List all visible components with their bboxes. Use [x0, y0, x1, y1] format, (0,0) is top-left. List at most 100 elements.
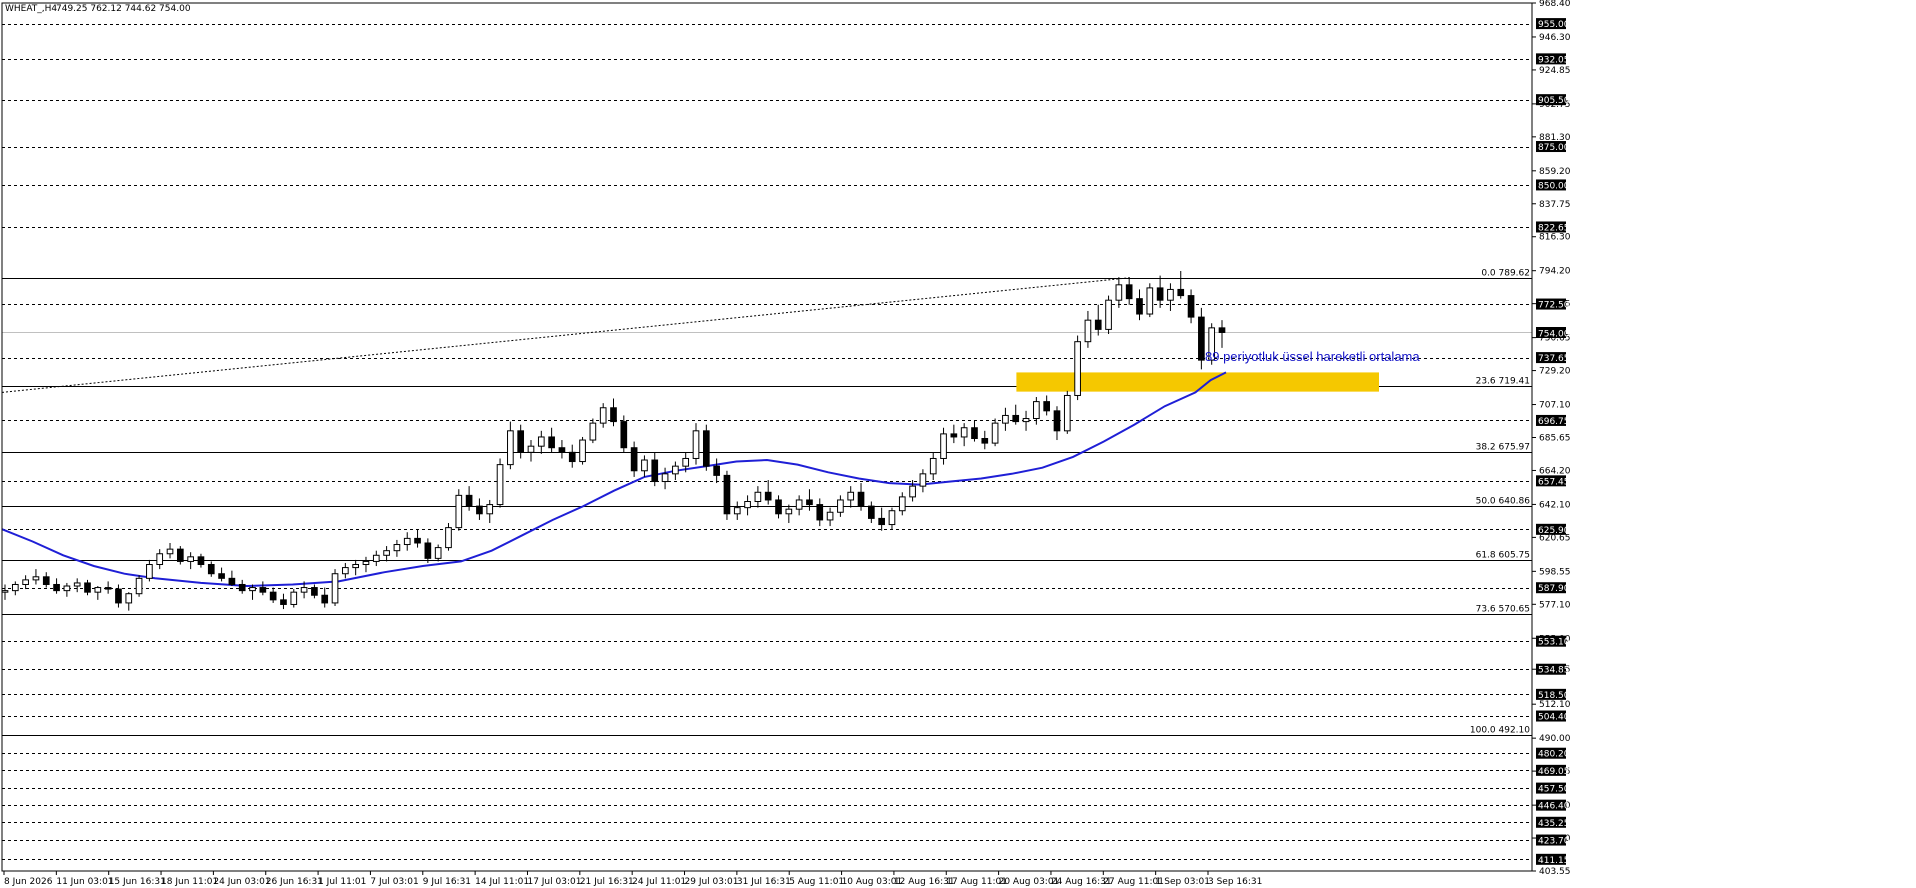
support-zone[interactable] — [1016, 372, 1379, 392]
candle-body — [744, 501, 751, 509]
support-zone-rect[interactable] — [1016, 372, 1379, 392]
candle-body — [1167, 288, 1174, 301]
candle — [816, 498, 824, 527]
candle-body — [32, 576, 40, 581]
candle-body — [383, 550, 390, 556]
candle-body — [919, 473, 927, 487]
ema-annotation: 89 periyotluk üssel hareketli ortalama — [1205, 349, 1420, 364]
y-tick-label: 642.10 — [1539, 500, 1571, 510]
y-tick-label: 512.10 — [1539, 700, 1571, 710]
candle-body — [1, 590, 9, 593]
x-tick-label: 26 Jun 16:31 — [266, 877, 323, 887]
candle — [599, 403, 607, 428]
candle — [393, 539, 401, 557]
candle — [1063, 390, 1071, 434]
candle-body — [929, 457, 937, 475]
x-tick-label: 17 Jul 03:01 — [527, 877, 581, 887]
x-tick-label: 21 Jul 16:31 — [580, 877, 634, 887]
candle-body — [393, 544, 401, 552]
candle-body — [1043, 401, 1051, 412]
candle — [744, 495, 751, 516]
dotted-trendline[interactable] — [1, 277, 1130, 393]
candle — [63, 582, 71, 597]
candle-body — [238, 583, 246, 592]
candle — [847, 486, 855, 508]
candle — [84, 579, 91, 596]
y-tick-label: 707.10 — [1539, 401, 1571, 411]
price-axis[interactable]: 968.40946.30924.85902.75881.30859.20837.… — [1, 0, 1571, 877]
candle-body — [568, 451, 576, 463]
x-tick-label: 5 Aug 11:01 — [789, 877, 844, 887]
candle — [775, 495, 782, 519]
level-price-label: 553.10 — [1538, 638, 1570, 648]
candle — [280, 593, 287, 610]
candle — [218, 567, 225, 582]
plot-frame — [1, 2, 1533, 872]
candle-body — [610, 407, 617, 423]
x-tick-label: 1 Sep 03:01 — [1156, 877, 1210, 887]
candle-body — [11, 583, 19, 592]
candle-body — [537, 436, 545, 447]
fibonacci-retracement[interactable]: 0.0 789.62 23.6 719.41 38.2 675.97 50.0 640… — [2, 269, 1532, 736]
candle — [11, 581, 19, 596]
candle-body — [971, 427, 978, 439]
candle — [537, 430, 545, 454]
candle-body — [104, 587, 112, 590]
candle — [53, 578, 60, 594]
candle — [455, 489, 463, 531]
candle — [1156, 275, 1164, 308]
candle — [878, 507, 885, 531]
candle — [527, 440, 535, 462]
x-tick-label: 11 Jun 03:01 — [56, 877, 113, 887]
candle-body — [857, 491, 865, 507]
candle — [104, 581, 112, 594]
candle-body — [1156, 287, 1164, 301]
candle — [568, 444, 576, 468]
candle-body — [321, 594, 329, 604]
candle — [857, 483, 865, 511]
candle — [166, 542, 174, 559]
candle — [414, 529, 421, 548]
candle — [754, 486, 762, 508]
candle — [496, 458, 504, 508]
price-chart[interactable]: 0.0 789.62 23.6 719.41 38.2 675.97 50.0 640… — [0, 0, 1916, 888]
x-tick-label: 29 Jul 03:01 — [685, 877, 739, 887]
candle — [434, 544, 442, 562]
candle — [1115, 277, 1123, 308]
candle — [1218, 320, 1226, 348]
candle-body — [496, 464, 504, 506]
candle-body — [1063, 394, 1071, 432]
candle-body — [682, 457, 690, 467]
candle-body — [723, 474, 731, 515]
candle — [176, 546, 184, 565]
x-tick-label: 8 Jun 2026 — [4, 877, 53, 887]
candle — [22, 575, 29, 590]
level-price-label: 737.65 — [1538, 354, 1570, 364]
ohlc-values: 749.25 762.12 744.62 754.00 — [56, 4, 191, 14]
candle — [445, 523, 452, 551]
candle — [311, 584, 318, 599]
x-tick-label: 9 Jul 16:31 — [423, 877, 471, 887]
time-axis[interactable]: 8 Jun 2026 11 Jun 03:0115 Jun 16:3118 Jun… — [3, 871, 1262, 887]
candle — [868, 501, 875, 524]
candle-body — [125, 593, 133, 604]
candle — [465, 486, 473, 511]
candle-body — [1125, 284, 1133, 300]
candle-body — [1115, 284, 1123, 301]
candle — [837, 495, 844, 517]
level-price-label: 469.05 — [1538, 767, 1570, 777]
candle — [733, 501, 741, 520]
candle — [125, 592, 133, 611]
level-price-label: 411.15 — [1538, 856, 1570, 866]
candle-body — [135, 577, 143, 595]
candle — [898, 492, 906, 516]
y-tick-label: 664.20 — [1539, 466, 1571, 476]
level-price-label: 657.45 — [1538, 477, 1570, 487]
trendline[interactable] — [1, 277, 1130, 393]
candle — [321, 587, 329, 608]
candle-body — [620, 421, 628, 449]
candle-body — [1136, 298, 1143, 315]
candle — [1187, 289, 1195, 324]
candle — [486, 499, 494, 524]
y-tick-label: 816.30 — [1539, 233, 1571, 243]
